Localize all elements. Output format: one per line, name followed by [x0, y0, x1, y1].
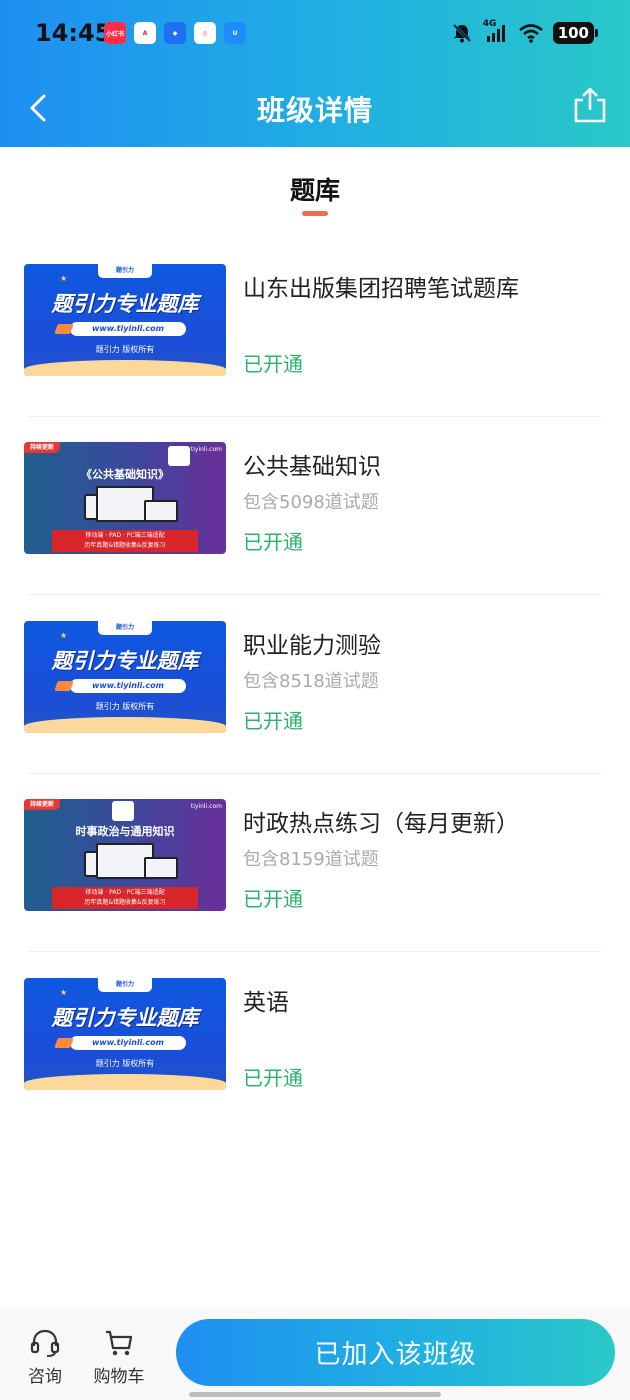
- cover-url: www.tiyinli.com: [70, 679, 186, 693]
- diamond-app-icon: ◆: [164, 22, 186, 44]
- nav-bar: 班级详情: [0, 70, 630, 147]
- cover-url: www.tiyinli.com: [70, 322, 186, 336]
- star-icon: ★: [60, 274, 68, 283]
- cover-title: 时事政治与通用知识: [75, 825, 175, 838]
- cover-title: 《公共基础知识》: [81, 468, 169, 481]
- header: 14:45 小红书 A ◆ ◎ U 4G 100 班级详情: [0, 0, 630, 147]
- brand-logo: 题引力: [98, 978, 152, 992]
- star-icon: ★: [60, 988, 68, 997]
- section-tab-underline: [302, 211, 328, 216]
- status-bar: 14:45 小红书 A ◆ ◎ U 4G 100: [0, 0, 630, 70]
- item-subtitle: 包含8518道试题: [243, 671, 379, 692]
- item-status: 已开通: [243, 530, 303, 554]
- cover-site: tiyinli.com: [190, 803, 222, 810]
- shopping-cart-icon: [106, 1330, 133, 1356]
- cover-wave: [24, 717, 226, 733]
- laptop-graphic: [144, 857, 178, 879]
- cover-title: 题引力专业题库: [51, 292, 199, 316]
- question-bank-cover: 持续更新 tiyinli.com 《公共基础知识》 移动端 · PAD · PC…: [24, 442, 226, 554]
- cover-wave: [24, 360, 226, 376]
- cellular-signal-icon: 4G: [483, 19, 509, 44]
- item-title: 职业能力测验: [243, 633, 381, 659]
- list-item[interactable]: 持续更新 tiyinli.com 时事政治与通用知识 移动端 · PAD · P…: [0, 773, 630, 952]
- item-status: 已开通: [243, 709, 303, 733]
- cover-feature-band: 移动端 · PAD · PC端三端适配 历年真题&错题收集&反复练习: [52, 530, 198, 552]
- headset-icon: [30, 1329, 60, 1357]
- list-item[interactable]: 持续更新 tiyinli.com 《公共基础知识》 移动端 · PAD · PC…: [0, 416, 630, 595]
- cart-label: 购物车: [93, 1367, 145, 1387]
- battery-indicator: 100: [552, 22, 599, 44]
- cart-button[interactable]: 购物车: [84, 1328, 154, 1387]
- cover-tag: 持续更新: [24, 442, 61, 453]
- list-item[interactable]: 题引力 ★ 题引力专业题库 www.tiyinli.com 题引力 版权所有 山…: [0, 238, 630, 417]
- item-status: 已开通: [243, 352, 303, 376]
- item-subtitle: 包含5098道试题: [243, 492, 379, 513]
- item-title: 公共基础知识: [243, 454, 381, 480]
- cover-feature-band: 移动端 · PAD · PC端三端适配 历年真题&错题收集&反复练习: [52, 887, 198, 909]
- cover-feature-line-2: 历年真题&错题收集&反复练习: [84, 899, 166, 906]
- wifi-icon: [518, 24, 543, 43]
- question-bank-cover: 题引力 ★ 题引力专业题库 www.tiyinli.com 题引力 版权所有: [24, 978, 226, 1090]
- item-title: 英语: [243, 990, 289, 1016]
- cover-feature-line-2: 历年真题&错题收集&反复练习: [84, 542, 166, 549]
- share-icon: [574, 87, 606, 123]
- cover-title: 题引力专业题库: [51, 649, 199, 673]
- question-bank-cover: 题引力 ★ 题引力专业题库 www.tiyinli.com 题引力 版权所有: [24, 621, 226, 733]
- question-bank-cover: 题引力 ★ 题引力专业题库 www.tiyinli.com 题引力 版权所有: [24, 264, 226, 376]
- a-app-icon: A: [134, 22, 156, 44]
- status-time: 14:45: [35, 19, 112, 47]
- list-item[interactable]: 题引力 ★ 题引力专业题库 www.tiyinli.com 题引力 版权所有 英…: [0, 952, 630, 1131]
- brand-logo: 题引力: [98, 621, 152, 635]
- page-title: 班级详情: [256, 94, 373, 127]
- cover-copyright: 题引力 版权所有: [95, 345, 155, 354]
- cover-url: www.tiyinli.com: [70, 1036, 186, 1050]
- item-title: 时政热点练习（每月更新）: [243, 811, 519, 837]
- brand-logo: [112, 801, 134, 821]
- xiaohongshu-app-icon: 小红书: [104, 22, 126, 44]
- section-tab-question-bank[interactable]: 题库: [0, 171, 630, 207]
- consult-label: 咨询: [28, 1367, 62, 1387]
- cover-feature-line-1: 移动端 · PAD · PC端三端适配: [85, 889, 165, 896]
- question-bank-cover: 持续更新 tiyinli.com 时事政治与通用知识 移动端 · PAD · P…: [24, 799, 226, 911]
- cover-site: tiyinli.com: [190, 446, 222, 453]
- status-indicators: 4G 100: [451, 19, 599, 44]
- cover-copyright: 题引力 版权所有: [95, 702, 155, 711]
- mute-bell-icon: [452, 23, 471, 43]
- laptop-graphic: [144, 500, 178, 522]
- notification-app-icons: 小红书 A ◆ ◎ U: [104, 22, 246, 44]
- home-indicator[interactable]: [189, 1392, 441, 1397]
- consult-button[interactable]: 咨询: [10, 1328, 80, 1387]
- joined-class-button[interactable]: 已加入该班级: [176, 1319, 615, 1386]
- u-app-icon: U: [224, 22, 246, 44]
- cover-feature-line-1: 移动端 · PAD · PC端三端适配: [85, 532, 165, 539]
- cover-tag: 持续更新: [24, 799, 61, 810]
- list-item[interactable]: 题引力 ★ 题引力专业题库 www.tiyinli.com 题引力 版权所有 职…: [0, 595, 630, 774]
- share-button[interactable]: [572, 86, 608, 126]
- cover-title: 题引力专业题库: [51, 1006, 199, 1030]
- item-status: 已开通: [243, 1066, 303, 1090]
- brand-logo: 题引力: [98, 264, 152, 278]
- cover-wave: [24, 1074, 226, 1090]
- circle-app-icon: ◎: [194, 22, 216, 44]
- star-icon: ★: [60, 631, 68, 640]
- item-status: 已开通: [243, 887, 303, 911]
- cover-copyright: 题引力 版权所有: [95, 1059, 155, 1068]
- item-title: 山东出版集团招聘笔试题库: [243, 276, 519, 302]
- item-subtitle: 包含8159道试题: [243, 849, 379, 870]
- brand-logo: [168, 446, 190, 466]
- bottom-action-bar: 咨询 购物车 已加入该班级: [0, 1308, 630, 1400]
